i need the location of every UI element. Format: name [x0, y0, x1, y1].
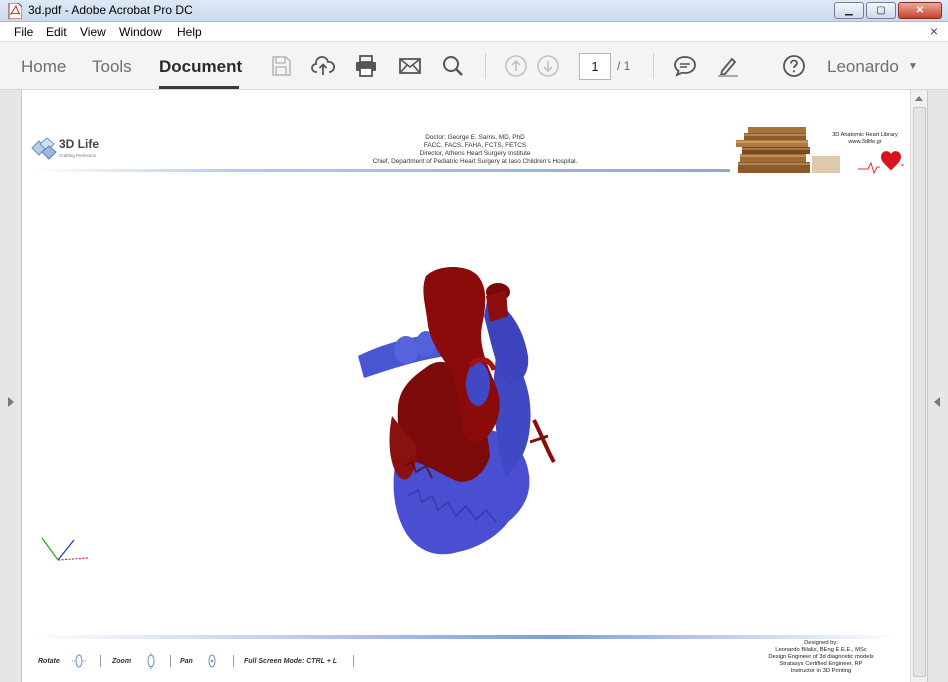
search-icon[interactable] [441, 54, 465, 78]
zoom-icon [147, 653, 155, 669]
designer-line: Leonardo Bilalis, BEng E.E.E., MSc [775, 647, 867, 653]
rotate-icon [72, 654, 86, 668]
document-area: 3D Life Crafting Perfection Doctor: Geor… [0, 90, 948, 682]
control-separator [170, 655, 171, 667]
header-divider [30, 169, 730, 172]
library-title: 3D Anatomic Heart Library [832, 132, 898, 138]
pdf-page: 3D Life Crafting Perfection Doctor: Geor… [22, 90, 910, 682]
print-icon[interactable] [354, 54, 378, 78]
close-window-button[interactable]: ✕ [898, 2, 942, 19]
chevron-down-icon[interactable]: ▼ [908, 61, 918, 72]
menu-file[interactable]: File [14, 25, 33, 39]
menu-window[interactable]: Window [119, 25, 162, 39]
expand-right-icon[interactable] [934, 397, 940, 407]
save-icon[interactable] [269, 54, 293, 78]
scroll-thumb[interactable] [913, 107, 926, 677]
designer-info: Designed by: Leonardo Bilalis, BEng E.E.… [746, 640, 896, 675]
control-separator [353, 655, 354, 667]
menu-bar: File Edit View Window Help × [0, 22, 948, 42]
designer-line: Design Engineer of 3d diagnostic models [768, 654, 874, 660]
doctor-line: Director, Athens Heart Surgery Institute [419, 150, 531, 157]
fullscreen-hint: Full Screen Mode: CTRL + L [244, 658, 338, 665]
maximize-button[interactable]: ▢ [866, 2, 896, 19]
library-info: 3D Anatomic Heart Library www.3dlife.gr [822, 132, 908, 146]
menu-help[interactable]: Help [177, 25, 202, 39]
highlight-icon[interactable] [716, 54, 740, 78]
zoom-label: Zoom [112, 658, 132, 665]
comment-icon[interactable] [673, 54, 697, 78]
right-panel-toggle[interactable] [927, 90, 948, 682]
control-separator [100, 655, 101, 667]
pdf-file-icon [8, 3, 22, 19]
doctor-line: Doctor: George E. Sarris, MD, PhD [425, 134, 525, 141]
toolbar-separator [485, 53, 486, 79]
mail-icon[interactable] [398, 54, 422, 78]
logo-name: 3D Life [59, 137, 100, 151]
tab-tools[interactable]: Tools [92, 57, 132, 77]
active-tab-indicator [159, 86, 239, 89]
pan-icon [208, 654, 216, 668]
logo-tagline: Crafting Perfection [59, 153, 97, 158]
scroll-up-icon[interactable] [911, 90, 927, 106]
control-separator [233, 655, 234, 667]
help-icon[interactable] [782, 54, 806, 78]
user-menu[interactable]: Leonardo [827, 57, 899, 77]
window-title-bar: 3d.pdf - Adobe Acrobat Pro DC ▁ ▢ ✕ [0, 0, 948, 22]
tab-document[interactable]: Document [159, 57, 242, 77]
footer-divider [30, 635, 900, 639]
tab-home[interactable]: Home [21, 57, 66, 77]
doctor-info: Doctor: George E. Sarris, MD, PhD FACC, … [322, 134, 628, 166]
doctor-line: FACC, FACS, FAHA, FCTS, FETCS [423, 142, 527, 149]
designer-line: Instructor in 3D Printing [790, 668, 852, 674]
pan-label: Pan [180, 658, 193, 665]
page-number-input[interactable]: 1 [579, 53, 611, 80]
page-down-icon[interactable] [536, 54, 560, 78]
rotate-label: Rotate [38, 658, 60, 665]
heart-logo-icon [858, 151, 904, 175]
page-up-icon[interactable] [504, 54, 528, 78]
menu-edit[interactable]: Edit [46, 25, 67, 39]
left-panel-toggle[interactable] [0, 90, 22, 682]
3d-life-logo-icon [31, 137, 57, 160]
designer-line: Designed by: [804, 640, 838, 646]
upload-icon[interactable] [311, 54, 335, 78]
minimize-button[interactable]: ▁ [834, 2, 864, 19]
main-toolbar: Home Tools Document 1 / 1 Leonardo ▼ [0, 42, 948, 90]
toolbar-separator [653, 53, 654, 79]
axes-orientation-icon [41, 537, 89, 561]
page-total: / 1 [617, 59, 631, 73]
window-title: 3d.pdf - Adobe Acrobat Pro DC [28, 3, 193, 17]
expand-left-icon[interactable] [8, 397, 14, 407]
doctor-line: Chief, Department of Pediatric Heart Sur… [372, 158, 578, 165]
vertical-scrollbar[interactable] [910, 90, 927, 682]
close-document-button[interactable]: × [930, 23, 938, 39]
menu-view[interactable]: View [80, 25, 106, 39]
designer-line: Stratasys Certified Engineer, RP [779, 661, 863, 667]
3d-heart-model[interactable] [358, 266, 564, 562]
